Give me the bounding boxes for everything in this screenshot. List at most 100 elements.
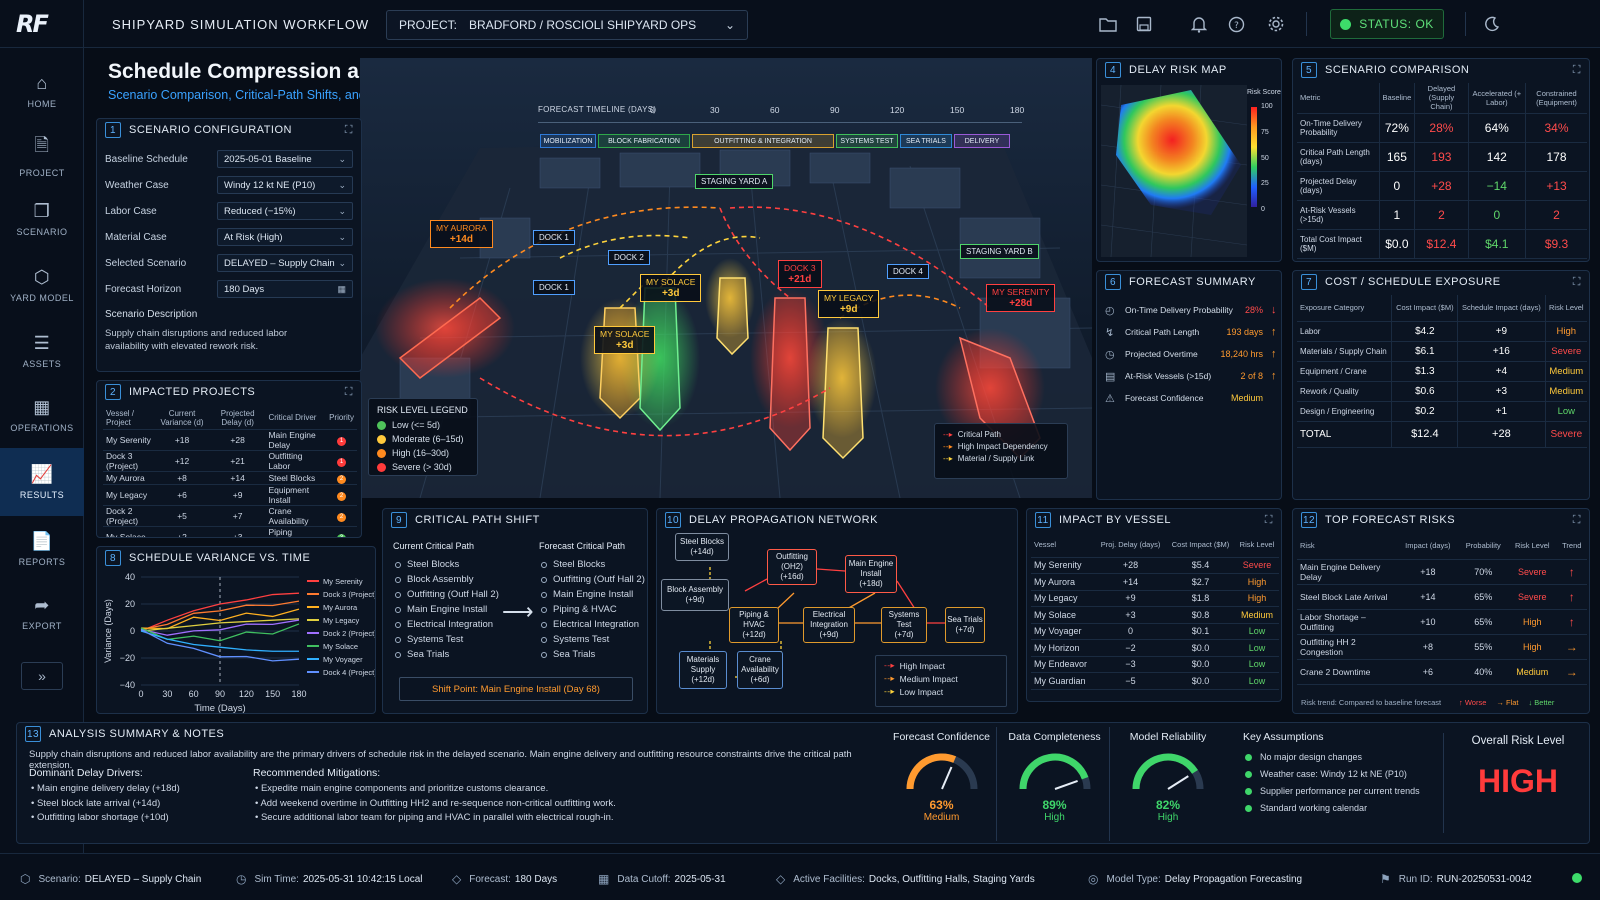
network-node[interactable]: Steel Blocks (+14d) bbox=[675, 533, 729, 561]
sidebar-item-export[interactable]: ➦ EXPORT bbox=[0, 582, 84, 644]
network-node[interactable]: Block Assembly (+9d) bbox=[661, 579, 729, 611]
table-row[interactable]: My Horizon −2 $0.0 Low bbox=[1031, 639, 1279, 657]
table-row[interactable]: Dock 2 (Project) +5 +7 Crane Availability 2 bbox=[103, 505, 357, 527]
phase-segment[interactable]: SYSTEMS TEST bbox=[836, 134, 898, 148]
config-select[interactable]: Reduced (−15%) ⌄ bbox=[217, 202, 353, 220]
sidebar-item-reports[interactable]: 📄 REPORTS bbox=[0, 518, 84, 580]
table-row[interactable]: Steel Block Late Arrival +14 65% Severe ↑ bbox=[1297, 584, 1587, 610]
sidebar-item-assets[interactable]: ☰ ASSETS bbox=[0, 320, 84, 382]
yard-label[interactable]: STAGING YARD B bbox=[960, 244, 1039, 259]
network-legend-label: Medium Impact bbox=[899, 673, 958, 684]
sidebar-item-operations[interactable]: ▦ OPERATIONS bbox=[0, 384, 84, 446]
table-row[interactable]: Main Engine Delivery Delay +18 70% Severe ↑ bbox=[1297, 559, 1587, 585]
table-row[interactable]: My Solace +3 $0.8 Medium bbox=[1031, 606, 1279, 624]
table-row[interactable]: Design / Engineering $0.2 +1 Low bbox=[1297, 401, 1587, 422]
phase-segment[interactable]: DELIVERY bbox=[954, 134, 1010, 148]
risk-heatmap[interactable] bbox=[1101, 85, 1247, 257]
network-node[interactable]: Piping & HVAC (+12d) bbox=[729, 607, 779, 643]
table-row[interactable]: My Legacy +9 $1.8 High bbox=[1031, 590, 1279, 607]
table-row[interactable]: My Aurora +14 $2.7 High bbox=[1031, 573, 1279, 591]
table-row[interactable]: Total Cost Impact ($M) $0.0 $12.4 $4.1 $9.3 bbox=[1297, 229, 1587, 259]
vessel-tag[interactable]: DOCK 3 +21d bbox=[778, 260, 822, 288]
phase-segment[interactable]: MOBILIZATION bbox=[540, 134, 596, 148]
yard-label[interactable]: DOCK 2 bbox=[608, 250, 650, 265]
config-select[interactable]: Windy 12 kt NE (P10) ⌄ bbox=[217, 176, 353, 194]
table-row[interactable]: Outfitting HH 2 Congestion +8 55% High → bbox=[1297, 634, 1587, 660]
shipyard-3d-view[interactable]: FORECAST TIMELINE (DAYS) 0 30 60 90 120 150 18… bbox=[360, 58, 1092, 498]
table-row[interactable]: Crane 2 Downtime +6 40% Medium → bbox=[1297, 659, 1587, 685]
yard-label[interactable]: DOCK 4 bbox=[887, 264, 929, 279]
expand-icon[interactable]: ⛶ bbox=[1573, 276, 1581, 289]
phase-segment[interactable]: BLOCK FABRICATION bbox=[598, 134, 690, 148]
config-select[interactable]: 2025-05-01 Baseline ⌄ bbox=[217, 150, 353, 168]
table-row[interactable]: Materials / Supply Chain $6.1 +16 Severe bbox=[1297, 341, 1587, 362]
table-row[interactable]: At-Risk Vessels (>15d) 1 2 0 2 bbox=[1297, 200, 1587, 230]
network-node[interactable]: Systems Test (+7d) bbox=[881, 607, 927, 643]
variance-line-chart[interactable]: 40200−20−400 30 60 90 120 150 180Time (Days)Va… bbox=[97, 567, 376, 714]
phase-segment[interactable]: OUTFITTING & INTEGRATION bbox=[692, 134, 834, 148]
sidebar-item-home[interactable]: ⌂ HOME bbox=[0, 60, 84, 122]
project-selector[interactable]: PROJECT: BRADFORD / ROSCIOLI SHIPYARD OP… bbox=[386, 10, 748, 40]
expand-sidebar-button[interactable]: » bbox=[21, 662, 63, 690]
table-row[interactable]: Critical Path Length (days) 165 193 142 178 bbox=[1297, 142, 1587, 172]
table-row[interactable]: Rework / Quality $0.6 +3 Medium bbox=[1297, 381, 1587, 402]
table-row[interactable]: Projected Delay (days) 0 +28 −14 +13 bbox=[1297, 171, 1587, 201]
yard-label[interactable]: DOCK 1 bbox=[533, 280, 575, 295]
network-node[interactable]: Outfitting (OH2) (+16d) bbox=[767, 549, 817, 585]
vessel-tag[interactable]: MY SERENITY +28d bbox=[986, 284, 1056, 312]
table-row[interactable]: My Guardian −5 $0.0 Low bbox=[1031, 672, 1279, 690]
config-value: DELAYED – Supply Chain bbox=[224, 257, 335, 269]
sidebar-item-project[interactable]: 🗎 PROJECT bbox=[0, 124, 84, 186]
expand-icon[interactable]: ⛶ bbox=[1265, 514, 1273, 527]
network-node[interactable]: Main Engine Install (+18d) bbox=[845, 555, 897, 593]
table-row[interactable]: Dock 3 (Project) +12 +21 Outfitting Labor 1 bbox=[103, 450, 357, 472]
save-icon[interactable] bbox=[1134, 14, 1154, 34]
cost-schedule-exposure-panel: 7 COST / SCHEDULE EXPOSURE ⛶ Exposure Cate… bbox=[1292, 270, 1590, 500]
table-header: Baseline bbox=[1379, 83, 1416, 114]
help-icon[interactable]: ? bbox=[1226, 14, 1246, 34]
table-row[interactable]: My Solace+2+3Piping Materials 3 bbox=[103, 526, 357, 537]
config-select[interactable]: At Risk (High) ⌄ bbox=[217, 228, 353, 246]
config-select[interactable]: 180 Days ▦ bbox=[217, 280, 353, 298]
expand-icon[interactable]: ⛶ bbox=[345, 124, 353, 137]
network-node[interactable]: Materials Supply (+12d) bbox=[679, 651, 727, 689]
vessel-tag[interactable]: MY SOLACE +3d bbox=[640, 274, 702, 302]
table-row[interactable]: My Aurora +8 +14 Steel Blocks 2 bbox=[103, 471, 357, 485]
expand-icon[interactable]: ⛶ bbox=[345, 386, 353, 399]
moon-icon[interactable] bbox=[1482, 14, 1502, 34]
gear-icon[interactable] bbox=[1266, 14, 1286, 34]
expand-icon[interactable]: ⛶ bbox=[1573, 514, 1581, 527]
phase-segment[interactable]: SEA TRIALS bbox=[900, 134, 952, 148]
table-row[interactable]: On-Time Delivery Probability 72% 28% 64% 34% bbox=[1297, 113, 1587, 143]
vessel-tag[interactable]: MY SOLACE +3d bbox=[594, 326, 656, 354]
yard-label[interactable]: STAGING YARD A bbox=[695, 174, 774, 189]
table-row[interactable]: Labor $4.2 +9 High bbox=[1297, 321, 1587, 342]
timeline-label: FORECAST TIMELINE (DAYS) bbox=[538, 105, 657, 114]
sidebar-item-scenario[interactable]: ❐ SCENARIO bbox=[0, 188, 84, 250]
bell-icon[interactable] bbox=[1189, 14, 1209, 34]
vessel-tag[interactable]: MY LEGACY +9d bbox=[818, 290, 880, 318]
table-row[interactable]: My Legacy +6 +9 Equipment Install 2 bbox=[103, 484, 357, 506]
vessel-tag[interactable]: MY AURORA +14d bbox=[430, 220, 493, 248]
table-row[interactable]: My Serenity +18 +28 Main Engine Delay 1 bbox=[103, 429, 357, 451]
table-row[interactable]: Labor Shortage – Outfitting +10 65% High ↑ bbox=[1297, 609, 1587, 635]
sidebar-item-results[interactable]: 📈 RESULTS bbox=[0, 448, 84, 516]
network-node[interactable]: Crane Availability (+6d) bbox=[737, 651, 783, 689]
network-node[interactable]: Electrical Integration (+9d) bbox=[803, 607, 855, 643]
folder-icon[interactable] bbox=[1098, 14, 1118, 34]
table-row[interactable]: My Serenity +28 $5.4 Severe bbox=[1031, 557, 1279, 574]
footer-item: ⬡ Scenario: DELAYED – Supply Chain bbox=[20, 872, 201, 886]
total-row[interactable]: TOTAL $12.4 +28 Severe bbox=[1297, 421, 1587, 448]
status-badge[interactable]: STATUS: OK bbox=[1330, 9, 1444, 39]
yard-label[interactable]: DOCK 1 bbox=[533, 230, 575, 245]
sidebar-item-yard-model[interactable]: ⬡ YARD MODEL bbox=[0, 254, 84, 316]
footer-value: RUN-20250531-0042 bbox=[1436, 873, 1532, 885]
app-logo[interactable]: RF bbox=[16, 10, 49, 38]
table-row[interactable]: Equipment / Crane $1.3 +4 Medium bbox=[1297, 361, 1587, 382]
footer-item: ◇ Forecast: 180 Days bbox=[452, 872, 557, 886]
config-select[interactable]: DELAYED – Supply Chain ⌄ bbox=[217, 254, 353, 272]
table-row[interactable]: My Voyager 0 $0.1 Low bbox=[1031, 623, 1279, 640]
network-node[interactable]: Sea Trials (+7d) bbox=[945, 607, 985, 643]
table-row[interactable]: My Endeavor −3 $0.0 Low bbox=[1031, 656, 1279, 673]
expand-icon[interactable]: ⛶ bbox=[1573, 64, 1581, 77]
